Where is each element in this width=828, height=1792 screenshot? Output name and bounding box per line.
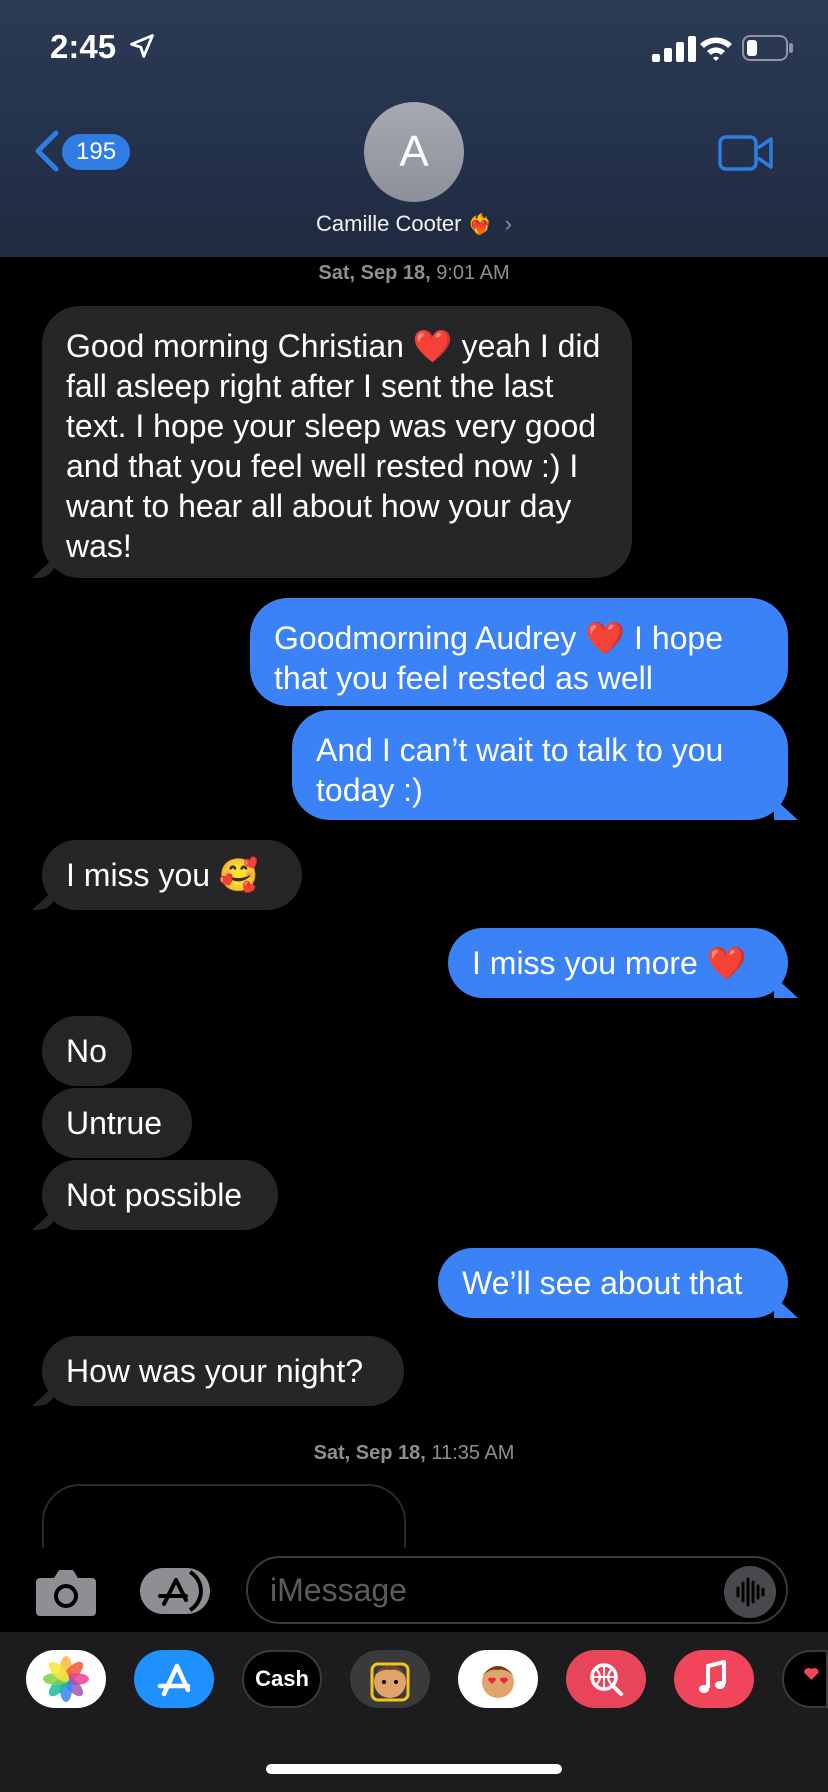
memoji-stickers-button[interactable] [458,1650,538,1708]
back-unread-count[interactable]: 195 [62,134,131,170]
digital-touch-icon [804,1668,819,1680]
apple-cash-label: Cash [255,1666,309,1691]
incoming-message-bubble[interactable]: No [42,1016,132,1086]
contact-avatar[interactable]: A [364,102,464,202]
photos-icon [43,1656,89,1702]
contact-name-row[interactable]: Camille Cooter ❤️‍🔥 › [0,211,828,237]
conversation-timestamp: Sat, Sep 18, 11:35 AM [0,1442,828,1465]
home-indicator[interactable] [266,1764,562,1774]
location-arrow-icon [130,34,154,58]
music-icon [699,1660,726,1693]
incoming-message-bubble[interactable]: Untrue [42,1088,192,1158]
outgoing-message-bubble[interactable]: I miss you more ❤️ [448,928,788,998]
audio-message-button[interactable] [724,1566,776,1618]
waveform-icon [736,1577,765,1607]
status-time: 2:45 [50,28,117,65]
outgoing-message-bubble[interactable]: Goodmorning Audrey ❤️ I hope that you fe… [250,598,788,706]
contact-name: Camille Cooter [316,211,462,236]
chevron-right-icon: › [504,211,512,236]
contact-emoji: ❤️‍🔥 [467,214,493,236]
camera-icon[interactable] [34,1566,98,1618]
facetime-video-icon[interactable] [718,134,774,172]
imessage-input[interactable] [246,1556,788,1624]
app-store-button[interactable] [134,1650,214,1708]
timestamp-day: Sat, Sep 18, [318,262,431,284]
back-chevron-icon[interactable] [32,130,60,172]
incoming-message-bubble[interactable]: How was your night? [42,1336,404,1406]
memoji-icon [370,1662,410,1702]
apple-cash-button[interactable]: Cash [242,1650,322,1708]
outgoing-message-bubble[interactable]: And I can’t wait to talk to you today :) [292,710,788,820]
images-search-button[interactable] [566,1650,646,1708]
incoming-message-bubble[interactable]: I miss you 🥰 [42,840,302,910]
app-drawer-icon[interactable] [138,1566,212,1616]
photos-app-button[interactable] [26,1650,106,1708]
outgoing-message-bubble[interactable]: We’ll see about that [438,1248,788,1318]
memoji-stickers-icon [482,1666,514,1698]
timestamp-day: Sat, Sep 18, [313,1442,426,1464]
music-button[interactable] [674,1650,754,1708]
incoming-message-bubble[interactable]: Good morning Christian ❤️ yeah I did fal… [42,306,632,578]
cellular-signal-icon [652,36,696,62]
app-store-icon [157,1663,191,1697]
battery-icon [742,35,793,61]
timestamp-time: 9:01 AM [436,262,510,284]
images-search-icon [590,1663,623,1696]
conversation-timestamp: Sat, Sep 18, 9:01 AM [0,262,828,285]
timestamp-time: 11:35 AM [431,1442,515,1464]
wifi-icon [700,37,732,61]
memoji-button[interactable] [350,1650,430,1708]
incoming-message-bubble[interactable]: Not possible [42,1160,278,1230]
